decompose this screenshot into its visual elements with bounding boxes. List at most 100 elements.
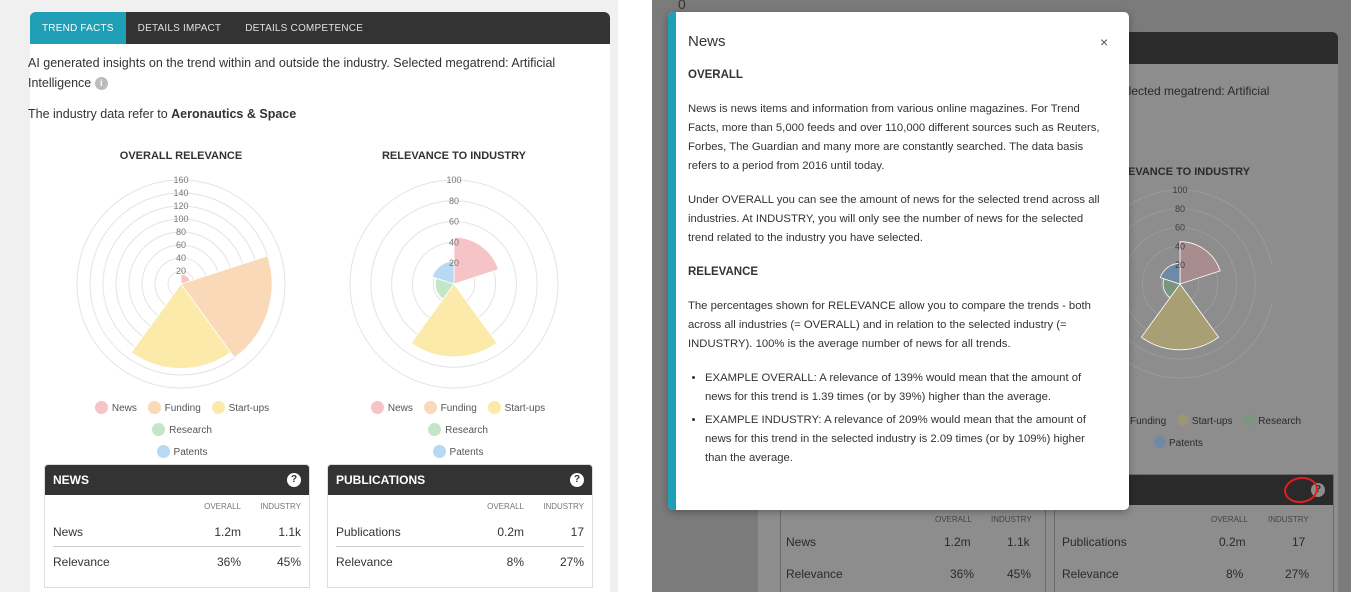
bg-row-label: Publications <box>1062 535 1127 549</box>
row-label: News <box>53 524 84 539</box>
patents-swatch <box>156 445 170 458</box>
legend-funding[interactable]: Funding <box>147 398 201 420</box>
funding-swatch <box>423 401 437 414</box>
tick-label: 60 <box>176 240 186 250</box>
publications-box: PUBLICATIONS ? OVERALL INDUSTRY Publicat… <box>327 464 593 588</box>
industry-chart-title: RELEVANCE TO INDUSTRY <box>381 150 527 162</box>
legend-research[interactable]: Research <box>152 420 212 442</box>
tick-label: 20 <box>176 266 186 276</box>
slice-news <box>1179 241 1221 285</box>
row-label: Relevance <box>336 555 393 569</box>
tab-bar: TREND FACTS DETAILS IMPACT DETAILS COMPE… <box>30 12 610 44</box>
overall-relevance-chart: 20 40 60 80 100 120 140 160 <box>76 175 286 389</box>
slice-startups <box>1140 283 1220 351</box>
overall-legend: News Funding Start-ups Research Patents <box>58 398 306 464</box>
table-row: News 1.2m 1.1k <box>53 517 301 547</box>
legend-news-label: News <box>387 403 413 414</box>
legend-research[interactable]: Research <box>428 420 488 442</box>
tab-trend-facts[interactable]: TREND FACTS <box>30 12 126 44</box>
row-industry: 45% <box>276 555 301 569</box>
legend-patents[interactable]: Patents <box>156 442 208 464</box>
bg-row-overall: 36% <box>950 567 975 581</box>
tick-label: 60 <box>1175 223 1185 233</box>
bg-row-label: Relevance <box>1062 567 1119 581</box>
stray-zero: 0 <box>678 0 686 12</box>
publications-box-header: PUBLICATIONS ? <box>328 465 592 495</box>
info-icon[interactable]: i <box>94 77 108 91</box>
tick-label: 40 <box>176 253 186 263</box>
tick-label: 100 <box>446 175 461 185</box>
modal-example-overall: EXAMPLE OVERALL: A relevance of 139% wou… <box>705 369 1108 407</box>
publications-box-title: PUBLICATIONS <box>336 473 426 487</box>
col-industry: INDUSTRY <box>260 501 301 511</box>
background-legend-row2: Patents <box>1154 436 1203 449</box>
row-overall: 1.2m <box>214 524 241 539</box>
funding-swatch <box>147 401 161 414</box>
col-industry: INDUSTRY <box>543 501 584 511</box>
slice-startups <box>410 283 498 358</box>
row-label: Publications <box>336 524 401 539</box>
table-row: Relevance 8% 27% <box>336 547 584 577</box>
news-swatch <box>94 401 108 414</box>
tab-details-competence[interactable]: DETAILS COMPETENCE <box>233 12 375 44</box>
modal-paragraph-2: Under OVERALL you can see the amount of … <box>688 194 1100 244</box>
overall-chart-title: OVERALL RELEVANCE <box>119 150 243 162</box>
news-help-icon[interactable]: ? <box>287 473 301 487</box>
bg-startups-swatch <box>1176 414 1189 426</box>
news-swatch <box>370 401 384 414</box>
row-overall: 8% <box>506 555 524 569</box>
background-chart-title: EVANCE TO INDUSTRY <box>1128 166 1251 178</box>
legend-news[interactable]: News <box>94 398 137 420</box>
tick-label: 20 <box>449 258 459 268</box>
modal-paragraph-1: News is news items and information from … <box>688 103 1100 172</box>
legend-patents[interactable]: Patents <box>432 442 484 464</box>
legend-news[interactable]: News <box>370 398 413 420</box>
bg-col-overall: OVERALL <box>1211 515 1248 524</box>
legend-funding[interactable]: Funding <box>423 398 477 420</box>
research-swatch <box>428 423 442 436</box>
background-megatrend-text: elected megatrend: Artificial <box>1122 84 1270 98</box>
news-box: NEWS ? OVERALL INDUSTRY News 1.2m 1.1k R… <box>44 464 310 588</box>
row-industry: 17 <box>570 524 584 539</box>
news-col-head: OVERALL INDUSTRY <box>53 495 301 517</box>
legend-startups-label: Start-ups <box>228 403 270 414</box>
bg-legend-patents: Patents <box>1169 438 1203 449</box>
close-icon[interactable]: × <box>1100 34 1108 50</box>
bg-legend-funding: Funding <box>1130 416 1167 427</box>
intro-text: AI generated insights on the trend withi… <box>28 53 558 93</box>
research-swatch <box>152 423 166 436</box>
col-overall: OVERALL <box>487 501 524 511</box>
tick-label: 160 <box>173 175 188 185</box>
legend-patents-label: Patents <box>449 447 484 458</box>
publications-col-head: OVERALL INDUSTRY <box>336 495 584 517</box>
tick-label: 60 <box>449 217 459 227</box>
legend-research-label: Research <box>445 425 488 436</box>
row-overall: 36% <box>216 555 241 569</box>
row-industry: 1.1k <box>278 524 301 539</box>
row-overall: 0.2m <box>497 524 524 539</box>
tick-label: 40 <box>449 237 459 247</box>
bg-legend-research: Research <box>1258 416 1302 427</box>
bg-col-industry: INDUSTRY <box>1268 515 1309 524</box>
modal-title: News <box>688 33 726 50</box>
col-overall: OVERALL <box>204 501 241 511</box>
tick-label: 140 <box>173 188 188 198</box>
industry-line: The industry data refer to Aeronautics &… <box>28 107 296 121</box>
bg-row-industry: 17 <box>1292 535 1306 549</box>
tick-label: 100 <box>173 214 188 224</box>
bg-row-overall: 8% <box>1226 567 1244 581</box>
tick-label: 120 <box>173 201 188 211</box>
tab-details-impact[interactable]: DETAILS IMPACT <box>126 12 234 44</box>
bg-row-industry: 1.1k <box>1007 535 1030 549</box>
industry-legend: News Funding Start-ups Research Patents <box>333 398 583 464</box>
legend-funding-label: Funding <box>164 403 201 414</box>
tick-label: 80 <box>176 227 186 237</box>
tick-label: 100 <box>1172 185 1187 195</box>
publications-help-icon[interactable]: ? <box>570 473 584 487</box>
legend-startups[interactable]: Start-ups <box>487 398 545 420</box>
bg-col-industry: INDUSTRY <box>991 515 1032 524</box>
modal-example-industry: EXAMPLE INDUSTRY: A relevance of 209% wo… <box>705 411 1108 468</box>
legend-startups[interactable]: Start-ups <box>211 398 270 420</box>
legend-patents-label: Patents <box>173 447 208 458</box>
modal-accent-stripe <box>668 12 676 510</box>
